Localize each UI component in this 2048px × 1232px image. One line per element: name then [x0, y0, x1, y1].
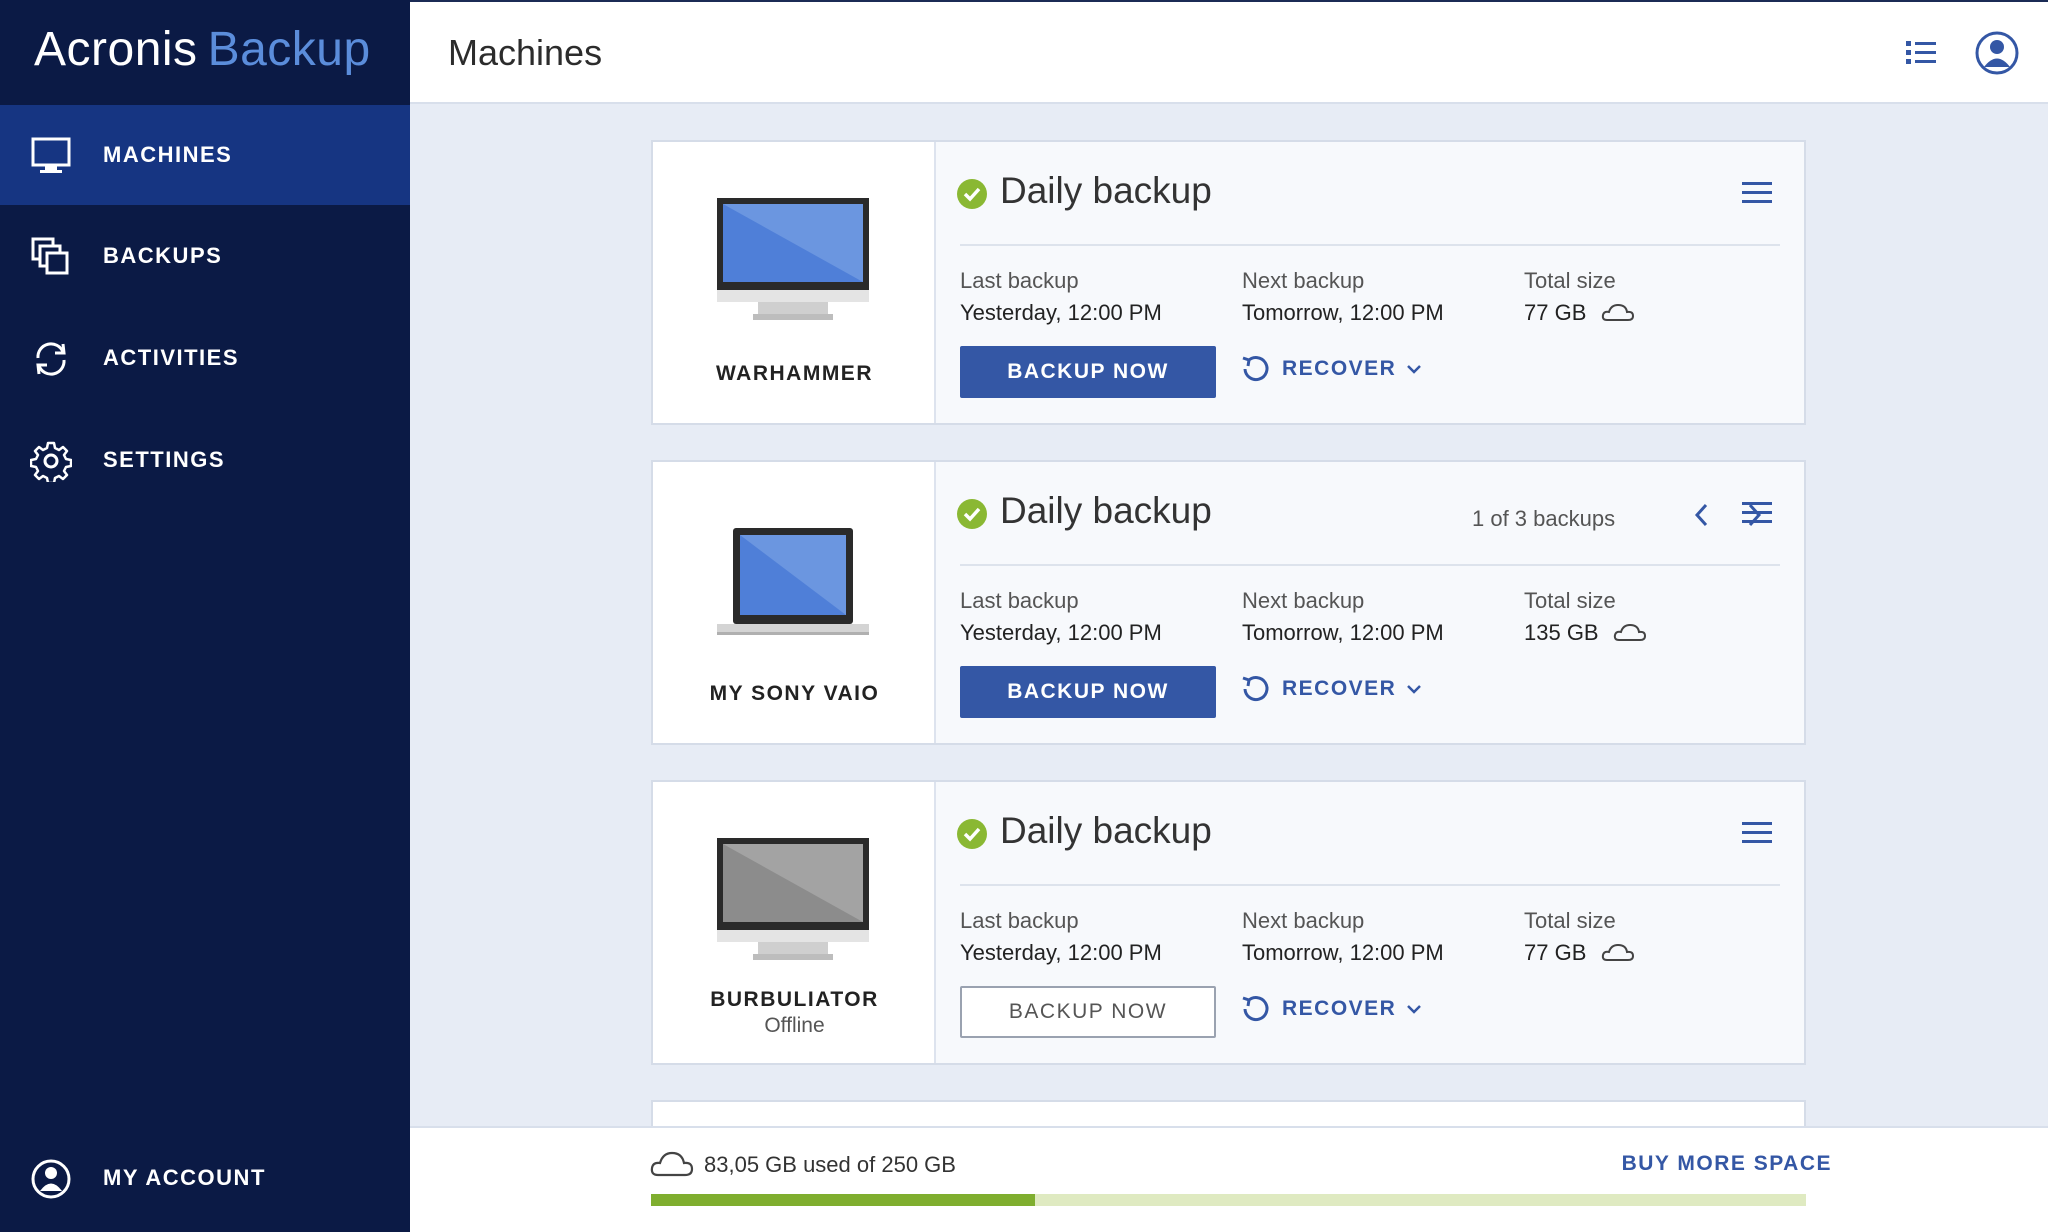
backup-plan-panel: Daily backup Last backup Yesterday, 12:0…	[936, 142, 1804, 423]
total-size-value: 135 GB	[1524, 620, 1599, 645]
menu-icon[interactable]	[1742, 500, 1772, 526]
total-size-value: 77 GB	[1524, 300, 1587, 325]
storage-progress-bar	[651, 1194, 1806, 1206]
backup-plan-panel: Daily backup 1 of 3 backups Last backup …	[936, 462, 1804, 743]
sidebar-item-label: BACKUPS	[103, 243, 223, 268]
buy-more-space-link[interactable]: BUY MORE SPACE	[1622, 1152, 1832, 1176]
recover-button[interactable]: RECOVER	[1240, 354, 1422, 384]
machine-name: WARHAMMER	[716, 362, 873, 385]
sidebar-item-activities[interactable]: ACTIVITIES	[0, 308, 410, 408]
monitor-icon	[31, 137, 71, 173]
cloud-icon	[1601, 303, 1634, 321]
chevron-down-icon	[1407, 1005, 1422, 1014]
sidebar-item-backups[interactable]: BACKUPS	[0, 206, 410, 306]
recover-label: RECOVER	[1282, 357, 1397, 380]
total-size: 77 GB	[1524, 300, 1635, 326]
machine-status: Offline	[764, 1014, 825, 1037]
last-backup-value: Yesterday, 12:00 PM	[960, 620, 1162, 645]
backup-plan-panel: Daily backup Last backup Yesterday, 12:0…	[936, 782, 1804, 1063]
laptop-icon	[717, 528, 869, 635]
sidebar-item-label: SETTINGS	[103, 447, 226, 472]
machine-panel: WARHAMMER	[653, 142, 936, 423]
total-size: 135 GB	[1524, 620, 1647, 646]
total-size-label: Total size	[1524, 268, 1616, 293]
next-backup-value: Tomorrow, 12:00 PM	[1242, 620, 1444, 645]
recover-icon	[1242, 356, 1269, 382]
cloud-icon	[1613, 623, 1646, 641]
divider	[960, 564, 1780, 566]
storage-progress-fill	[651, 1194, 1035, 1206]
backup-now-button[interactable]: BACKUP NOW	[960, 986, 1216, 1038]
divider	[960, 244, 1780, 246]
next-backup-label: Next backup	[1242, 908, 1365, 933]
menu-icon[interactable]	[1742, 820, 1772, 846]
total-size-label: Total size	[1524, 908, 1616, 933]
desktop-icon	[717, 198, 869, 320]
last-backup-label: Last backup	[960, 268, 1079, 293]
list-view-icon[interactable]	[1898, 30, 1944, 76]
sidebar-item-label: MY ACCOUNT	[103, 1165, 266, 1190]
recover-button[interactable]: RECOVER	[1240, 674, 1422, 704]
machine-panel: BURBULIATOR Offline	[653, 782, 936, 1063]
check-icon	[957, 499, 987, 529]
sidebar-item-my-account[interactable]: MY ACCOUNT	[0, 1128, 410, 1228]
plan-name: Daily backup	[1000, 170, 1212, 211]
account-icon	[31, 1159, 71, 1199]
check-icon	[957, 819, 987, 849]
backup-now-button[interactable]: BACKUP NOW	[960, 666, 1216, 718]
cloud-icon	[1601, 943, 1634, 961]
gear-icon	[30, 441, 72, 482]
storage-usage-text: 83,05 GB used of 250 GB	[704, 1152, 956, 1177]
menu-icon[interactable]	[1742, 180, 1772, 206]
brand-secondary: Backup	[207, 23, 371, 76]
next-backup-label: Next backup	[1242, 588, 1365, 613]
last-backup-value: Yesterday, 12:00 PM	[960, 940, 1162, 965]
brand-primary: Acronis	[34, 23, 198, 76]
plan-name: Daily backup	[1000, 810, 1212, 851]
last-backup-label: Last backup	[960, 908, 1079, 933]
last-backup-value: Yesterday, 12:00 PM	[960, 300, 1162, 325]
machine-name: BURBULIATOR	[710, 988, 879, 1011]
machine-card: MY SONY VAIO Daily backup 1 of 3 backups…	[651, 460, 1806, 745]
check-icon	[957, 179, 987, 209]
recover-label: RECOVER	[1282, 677, 1397, 700]
next-backup-value: Tomorrow, 12:00 PM	[1242, 300, 1444, 325]
machine-name: MY SONY VAIO	[709, 682, 880, 705]
next-backup-label: Next backup	[1242, 268, 1365, 293]
chevron-down-icon	[1407, 685, 1422, 694]
header: Machines	[410, 0, 2048, 104]
pager-text: 1 of 3 backups	[1472, 506, 1616, 531]
sidebar: Acronis Backup MACHINES BACKUPS ACTIVITIE…	[0, 0, 410, 1232]
chevron-down-icon	[1407, 365, 1422, 374]
backup-now-button[interactable]: BACKUP NOW	[960, 346, 1216, 398]
last-backup-label: Last backup	[960, 588, 1079, 613]
recover-icon	[1242, 996, 1269, 1022]
recover-icon	[1242, 676, 1269, 702]
sidebar-item-settings[interactable]: SETTINGS	[0, 410, 410, 510]
next-backup-value: Tomorrow, 12:00 PM	[1242, 940, 1444, 965]
machine-card: BURBULIATOR Offline Daily backup Last ba…	[651, 780, 1806, 1065]
sidebar-item-label: ACTIVITIES	[103, 345, 240, 370]
total-size-value: 77 GB	[1524, 940, 1587, 965]
divider	[960, 884, 1780, 886]
activities-icon	[36, 342, 66, 376]
cloud-icon	[650, 1151, 694, 1177]
total-size-label: Total size	[1524, 588, 1616, 613]
sidebar-item-machines[interactable]: MACHINES	[0, 105, 410, 205]
user-icon[interactable]	[1974, 30, 2020, 76]
sidebar-item-label: MACHINES	[103, 142, 233, 167]
machine-card: WARHAMMER Daily backup Last backup Yeste…	[651, 140, 1806, 425]
machine-panel: MY SONY VAIO	[653, 462, 936, 743]
chevron-left-icon[interactable]	[1690, 500, 1714, 530]
backups-icon	[31, 237, 69, 275]
storage-footer: 83,05 GB used of 250 GB BUY MORE SPACE	[410, 1126, 2048, 1232]
recover-label: RECOVER	[1282, 997, 1397, 1020]
total-size: 77 GB	[1524, 940, 1635, 966]
desktop-offline-icon	[717, 838, 869, 960]
page-title: Machines	[448, 32, 603, 73]
recover-button[interactable]: RECOVER	[1240, 994, 1422, 1024]
plan-name: Daily backup	[1000, 490, 1212, 531]
app-logo: Acronis Backup	[34, 22, 371, 82]
